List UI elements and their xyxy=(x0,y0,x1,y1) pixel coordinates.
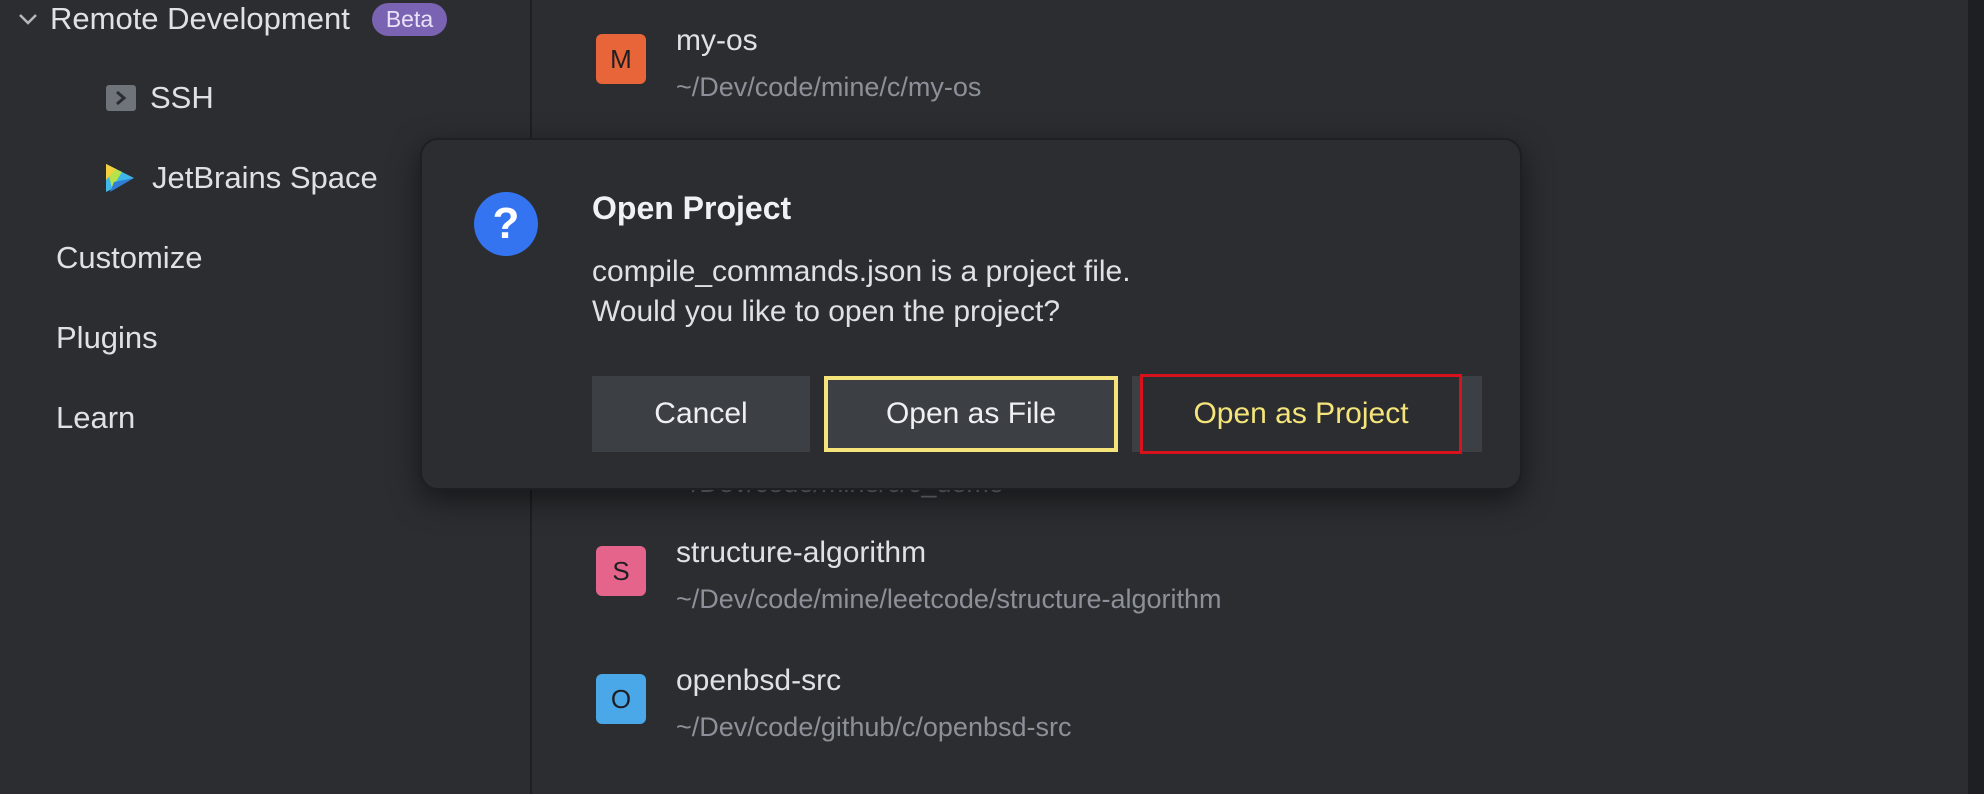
sidebar-item-label: Learn xyxy=(56,400,136,435)
dialog-message: compile_commands.json is a project file.… xyxy=(592,252,1131,332)
sidebar-item-plugins[interactable]: Plugins xyxy=(56,318,158,358)
open-as-file-button[interactable]: Open as File xyxy=(824,376,1118,452)
project-path: ~/Dev/code/mine/leetcode/structure-algor… xyxy=(676,584,1222,614)
sidebar-item-customize[interactable]: Customize xyxy=(56,238,202,278)
project-avatar: M xyxy=(596,34,646,84)
project-path: ~/Dev/code/mine/c/my-os xyxy=(676,72,982,102)
sidebar-item-label: JetBrains Space xyxy=(152,160,378,195)
jetbrains-space-icon xyxy=(106,164,134,192)
project-name: structure-algorithm xyxy=(676,536,927,569)
chevron-down-icon xyxy=(19,14,37,25)
project-avatar: S xyxy=(596,546,646,596)
dialog-message-line1: compile_commands.json is a project file. xyxy=(592,255,1131,288)
sidebar-item-ssh[interactable]: SSH xyxy=(106,78,214,118)
project-path: ~/Dev/code/github/c/openbsd-src xyxy=(676,712,1072,742)
dialog-message-line2: Would you like to open the project? xyxy=(592,295,1061,328)
open-project-dialog: ? Open Project compile_commands.json is … xyxy=(420,138,1522,490)
sidebar-item-jetbrains-space[interactable]: JetBrains Space xyxy=(102,158,378,198)
sidebar-item-remote-development[interactable]: Remote Development Beta xyxy=(14,0,448,38)
sidebar-item-label: Customize xyxy=(56,240,203,275)
terminal-icon xyxy=(106,85,136,111)
window-edge xyxy=(1968,0,1984,794)
sidebar-item-label: Plugins xyxy=(56,320,158,355)
welcome-screen: Remote Development Beta SSH JetBrains Sp… xyxy=(0,0,1984,794)
beta-badge: Beta xyxy=(371,2,448,36)
open-as-project-button[interactable]: Open as Project xyxy=(1140,374,1462,454)
project-name: my-os xyxy=(676,24,758,57)
cancel-button[interactable]: Cancel xyxy=(592,376,810,452)
project-name: openbsd-src xyxy=(676,664,842,697)
sidebar-item-label: Remote Development xyxy=(50,1,350,36)
sidebar-item-learn[interactable]: Learn xyxy=(56,398,135,438)
dialog-title: Open Project xyxy=(592,190,792,226)
project-avatar: O xyxy=(596,674,646,724)
sidebar-item-label: SSH xyxy=(150,80,214,115)
question-icon: ? xyxy=(474,192,538,256)
